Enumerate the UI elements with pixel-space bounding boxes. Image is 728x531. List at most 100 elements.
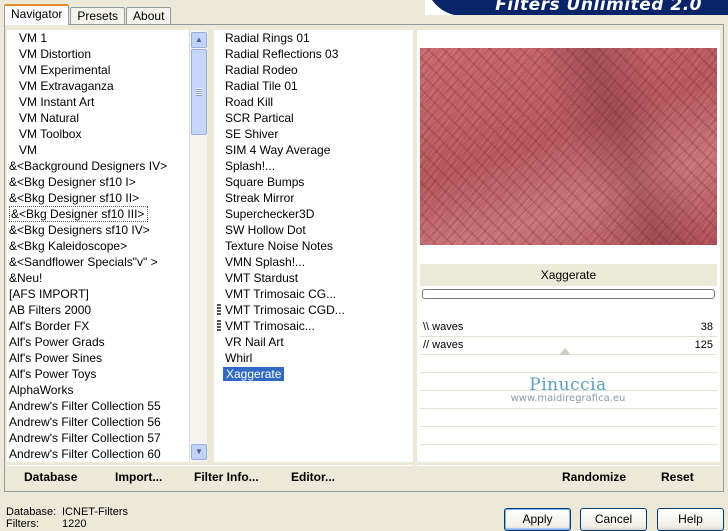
category-item-label: [AFS IMPORT] [9,287,89,301]
category-item[interactable]: Andrew's Filter Collection 57 [7,430,207,446]
category-item[interactable]: [AFS IMPORT] [7,286,207,302]
reset-button[interactable]: Reset [661,470,694,484]
filter-item[interactable]: SIM 4 Way Average [214,142,413,158]
category-item-label: VM 1 [19,31,48,45]
category-item-label: VM Instant Art [19,95,95,109]
category-item-label: AB Filters 2000 [9,303,92,317]
filter-item[interactable]: VMT Stardust [214,270,413,286]
filter-item[interactable]: VMN Splash!... [214,254,413,270]
category-item[interactable]: &Neu! [7,270,207,286]
apply-button[interactable]: Apply [504,508,571,531]
category-item[interactable]: &<Bkg Designer sf10 II> [7,190,207,206]
filter-item[interactable]: Superchecker3D [214,206,413,222]
scroll-up-button[interactable]: ▲ [191,32,207,48]
selected-filter-name: Xaggerate [420,264,717,286]
filter-item[interactable]: Radial Rings 01 [214,30,413,46]
tab-bar: Navigator Presets About [4,4,172,25]
scroll-down-button[interactable]: ▼ [191,444,207,460]
filter-list[interactable]: Radial Rings 01 Radial Reflections 03 Radi… [214,30,413,462]
filter-item[interactable]: Streak Mirror [214,190,413,206]
scroll-thumb[interactable] [191,49,207,135]
tab-about[interactable]: About [126,7,172,25]
tab-presets[interactable]: Presets [70,7,126,25]
category-item[interactable]: VM Experimental [7,62,207,78]
category-item[interactable]: AB Filters 2000 [7,302,207,318]
category-item[interactable]: Andrew's Filter Collection 56 [7,414,207,430]
filter-item-label: VMT Trimosaic CGD... [225,303,345,317]
filter-item-label: Square Bumps [225,175,305,189]
category-item[interactable]: VM Extravaganza [7,78,207,94]
category-item-label: VM Experimental [19,63,111,77]
category-item[interactable]: &<Sandflower Specials"v" > [7,254,207,270]
filter-item-label: Splash!... [225,159,276,173]
filter-item[interactable]: SE Shiver [214,126,413,142]
filter-item-label: SW Hollow Dot [225,223,306,237]
filter-item[interactable]: Texture Noise Notes [214,238,413,254]
category-item-label: &<Bkg Designer sf10 I> [9,175,136,189]
filter-item[interactable]: SCR Partical [214,110,413,126]
filters-count-label: Filters: [6,518,39,530]
category-item[interactable]: &<Background Designers IV> [7,158,207,174]
database-status-label: Database: [6,506,57,518]
category-item[interactable]: VM Natural [7,110,207,126]
drag-grip-icon [217,320,221,332]
database-button[interactable]: Database [24,470,77,484]
filter-item[interactable]: Splash!... [214,158,413,174]
filter-item[interactable]: VR Nail Art [214,334,413,350]
control-empty [420,409,717,427]
import-button[interactable]: Import... [115,470,162,484]
category-item[interactable]: &<Bkg Designer sf10 III> [7,206,207,222]
filter-item-label: Radial Rodeo [225,63,298,77]
category-item-label: VM Extravaganza [19,79,114,93]
category-item-label: VM [19,143,37,157]
control-waves-2[interactable]: // waves 125 [420,337,717,355]
filter-item[interactable]: Radial Tile 01 [214,78,413,94]
help-button[interactable]: Help [657,508,724,531]
filter-item[interactable]: Radial Reflections 03 [214,46,413,62]
slider-marker[interactable] [559,348,571,355]
category-item[interactable]: AlphaWorks [7,382,207,398]
category-item[interactable]: VM Distortion [7,46,207,62]
category-item[interactable]: Andrew's Filter Collection 60 [7,446,207,462]
category-item[interactable]: Alf's Power Sines [7,350,207,366]
filter-item[interactable]: SW Hollow Dot [214,222,413,238]
category-item[interactable]: &<Bkg Designer sf10 I> [7,174,207,190]
category-item[interactable]: VM 1 [7,30,207,46]
filter-item[interactable]: Square Bumps [214,174,413,190]
filter-item-label: Road Kill [225,95,274,109]
category-item-label: Alf's Power Toys [9,367,97,381]
filter-item[interactable]: Whirl [214,350,413,366]
category-item[interactable]: Alf's Power Grads [7,334,207,350]
filter-item-label: VMT Stardust [225,271,299,285]
category-item[interactable]: VM [7,142,207,158]
category-item[interactable]: VM Toolbox [7,126,207,142]
category-item-label: Andrew's Filter Collection 60 [9,447,161,461]
filter-item-label: Radial Rings 01 [225,31,310,45]
category-list-scrollbar[interactable]: ▲ ▼ [189,30,207,462]
tab-navigator[interactable]: Navigator [4,4,70,25]
preview-panel: Xaggerate \\ waves 38 // waves 125 Pinuc… [417,30,720,462]
filter-item[interactable]: VMT Trimosaic CGD... [214,302,413,318]
control-waves-1[interactable]: \\ waves 38 [420,319,717,337]
filter-info-button[interactable]: Filter Info... [194,470,259,484]
filter-item-label: Superchecker3D [225,207,315,221]
filter-item[interactable]: Xaggerate [214,366,413,382]
category-item[interactable]: &<Bkg Kaleidoscope> [7,238,207,254]
randomize-button[interactable]: Randomize [562,470,626,484]
category-list[interactable]: VM 1 VM Distortion VM Experimental VM Extra… [7,30,207,462]
filter-item-label: SCR Partical [225,111,294,125]
category-item[interactable]: Andrew's Filter Collection 55 [7,398,207,414]
category-item[interactable]: Alf's Border FX [7,318,207,334]
filter-item[interactable]: VMT Trimosaic CG... [214,286,413,302]
filter-item[interactable]: Radial Rodeo [214,62,413,78]
filter-item-label: VMN Splash!... [225,255,306,269]
cancel-button[interactable]: Cancel [580,508,647,531]
editor-button[interactable]: Editor... [291,470,335,484]
filter-item[interactable]: Road Kill [214,94,413,110]
category-item[interactable]: Alf's Power Toys [7,366,207,382]
status-info: Database: ICNET-Filters Filters: 1220 [6,506,128,530]
filter-item[interactable]: VMT Trimosaic... [214,318,413,334]
category-item[interactable]: VM Instant Art [7,94,207,110]
category-item[interactable]: &<Bkg Designers sf10 IV> [7,222,207,238]
control-value: 125 [694,339,713,351]
